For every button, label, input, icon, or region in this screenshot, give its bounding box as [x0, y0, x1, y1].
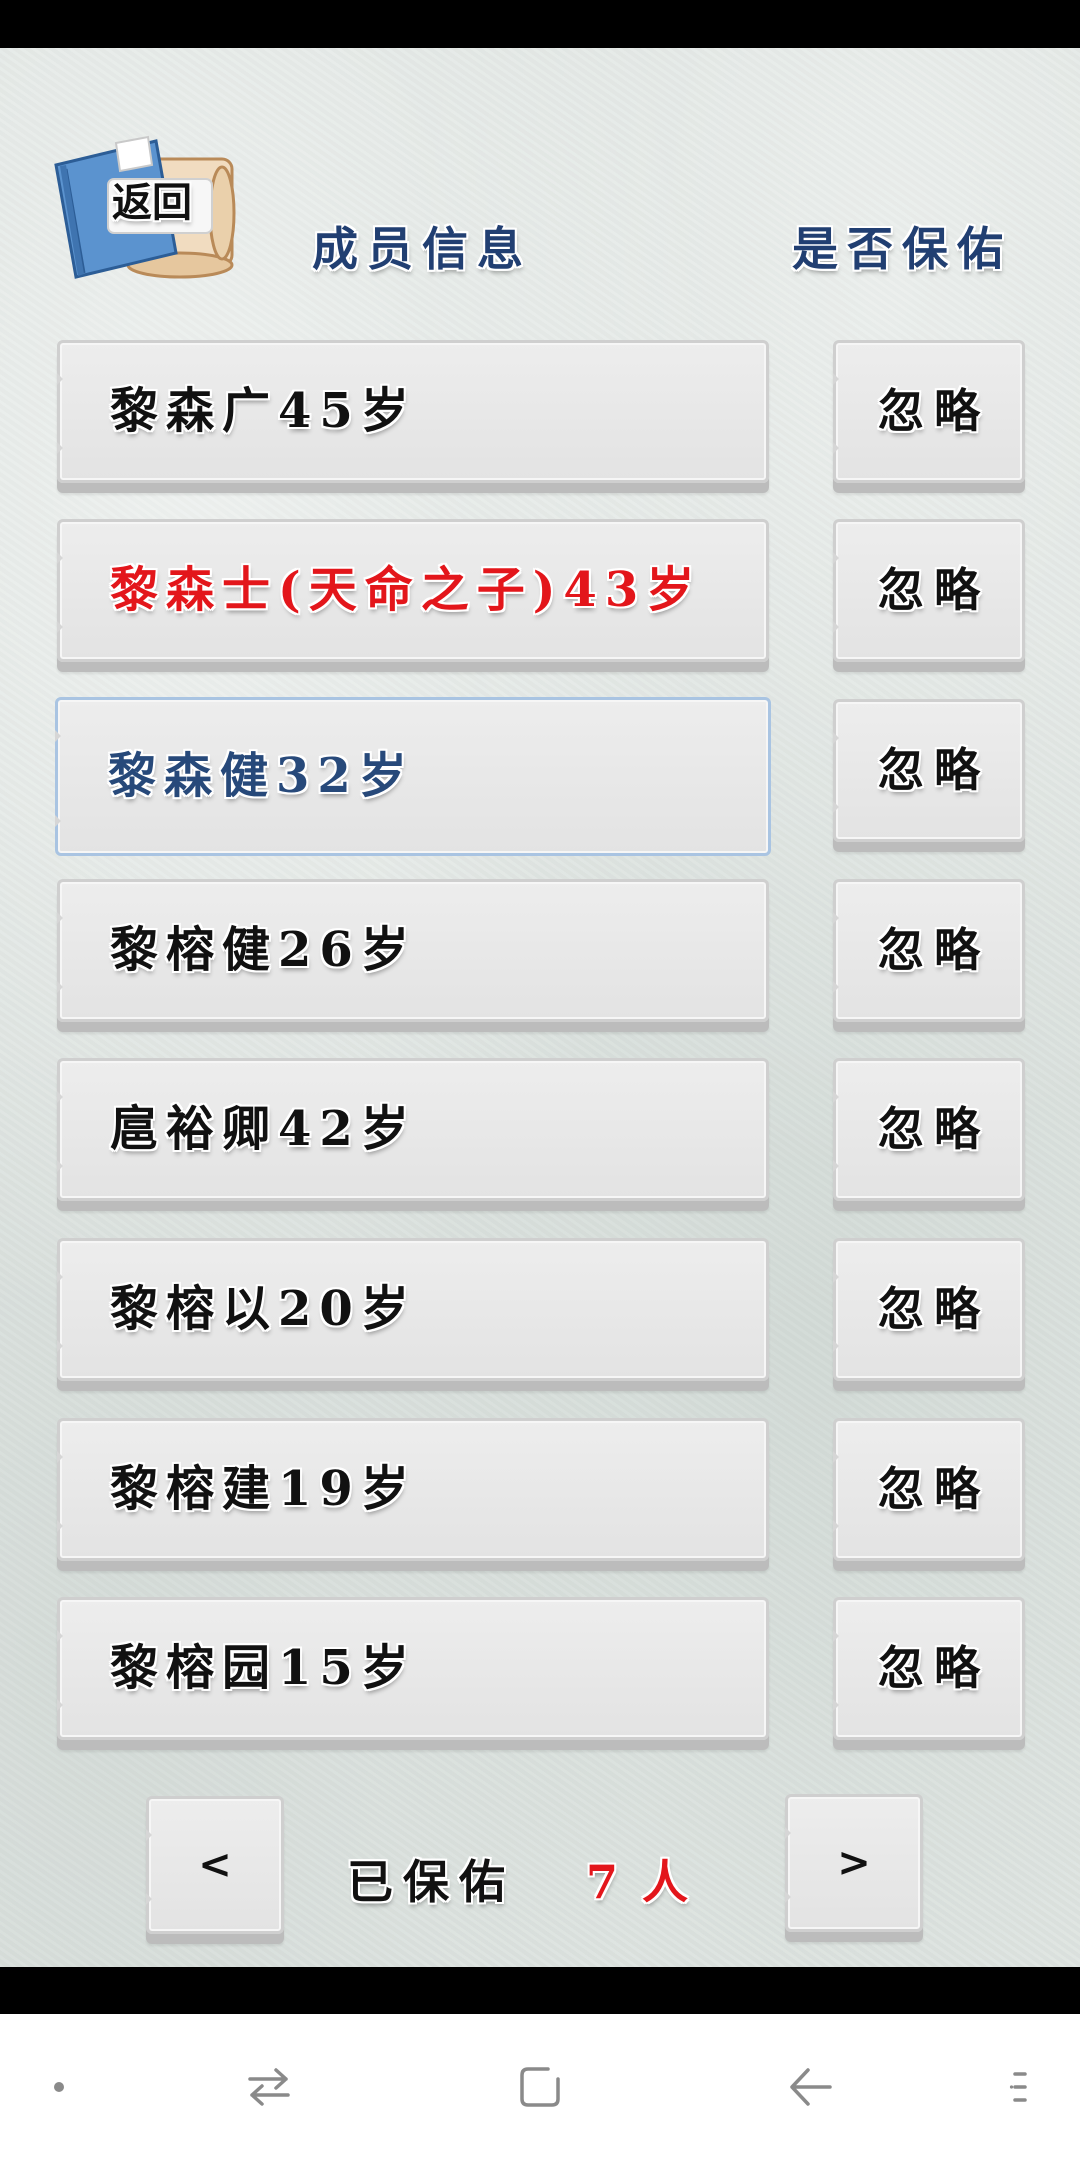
member-label: 黎榕建19岁: [110, 1461, 417, 1517]
ignore-button[interactable]: 忽略: [833, 519, 1025, 662]
ignore-label: 忽略: [878, 743, 990, 797]
ignore-button[interactable]: 忽略: [833, 699, 1025, 842]
back-arrow-icon[interactable]: [788, 2066, 834, 2108]
member-button[interactable]: 黎榕健26岁: [57, 879, 769, 1022]
next-page-label: >: [837, 1839, 871, 1886]
home-square-icon[interactable]: [518, 2065, 562, 2109]
member-button[interactable]: 黎森士(天命之子)43岁: [57, 519, 769, 662]
ignore-button[interactable]: 忽略: [833, 1238, 1025, 1381]
member-button[interactable]: 黎森广45岁: [57, 340, 769, 483]
ignore-label: 忽略: [878, 563, 990, 617]
back-label: 返回: [112, 179, 192, 226]
menu-icon[interactable]: [1009, 2069, 1029, 2105]
member-label: 黎森广45岁: [110, 383, 417, 439]
next-page-button[interactable]: >: [785, 1794, 923, 1932]
column-title-bless: 是否保佑: [792, 222, 1012, 276]
blessed-label: 已保佑: [347, 1855, 515, 1909]
back-button[interactable]: 返回: [52, 135, 241, 282]
member-label: 黎榕健26岁: [110, 922, 417, 978]
ignore-label: 忽略: [878, 384, 990, 438]
ignore-button[interactable]: 忽略: [833, 1058, 1025, 1201]
ignore-button[interactable]: 忽略: [833, 1597, 1025, 1740]
ignore-button[interactable]: 忽略: [833, 340, 1025, 483]
ignore-button[interactable]: 忽略: [833, 879, 1025, 1022]
member-button[interactable]: 黎榕以20岁: [57, 1238, 769, 1381]
blessed-count: 7: [586, 1855, 629, 1909]
ignore-label: 忽略: [878, 1102, 990, 1156]
ignore-button[interactable]: 忽略: [833, 1418, 1025, 1561]
status-bar: [0, 0, 1080, 48]
member-button-selected[interactable]: 黎森健32岁: [55, 697, 771, 856]
game-bottom-bar: [0, 1967, 1080, 2014]
member-label: 黎森健32岁: [108, 748, 415, 804]
blessed-unit: 人: [642, 1855, 698, 1909]
member-button[interactable]: 黎榕园15岁: [57, 1597, 769, 1740]
ignore-label: 忽略: [878, 1641, 990, 1695]
member-label: 黎森士(天命之子)43岁: [110, 562, 703, 618]
prev-page-button[interactable]: <: [146, 1796, 284, 1934]
member-label: 黎榕以20岁: [110, 1281, 417, 1337]
member-button[interactable]: 扈裕卿42岁: [57, 1058, 769, 1201]
dot-icon[interactable]: [52, 2080, 66, 2094]
member-label: 黎榕园15岁: [110, 1640, 417, 1696]
ignore-label: 忽略: [878, 1462, 990, 1516]
switch-apps-icon[interactable]: [246, 2066, 292, 2108]
ignore-label: 忽略: [878, 923, 990, 977]
member-label: 扈裕卿42岁: [110, 1101, 417, 1157]
ignore-label: 忽略: [878, 1282, 990, 1336]
member-button[interactable]: 黎榕建19岁: [57, 1418, 769, 1561]
prev-page-label: <: [198, 1841, 232, 1888]
column-title-member-info: 成员信息: [312, 222, 532, 276]
